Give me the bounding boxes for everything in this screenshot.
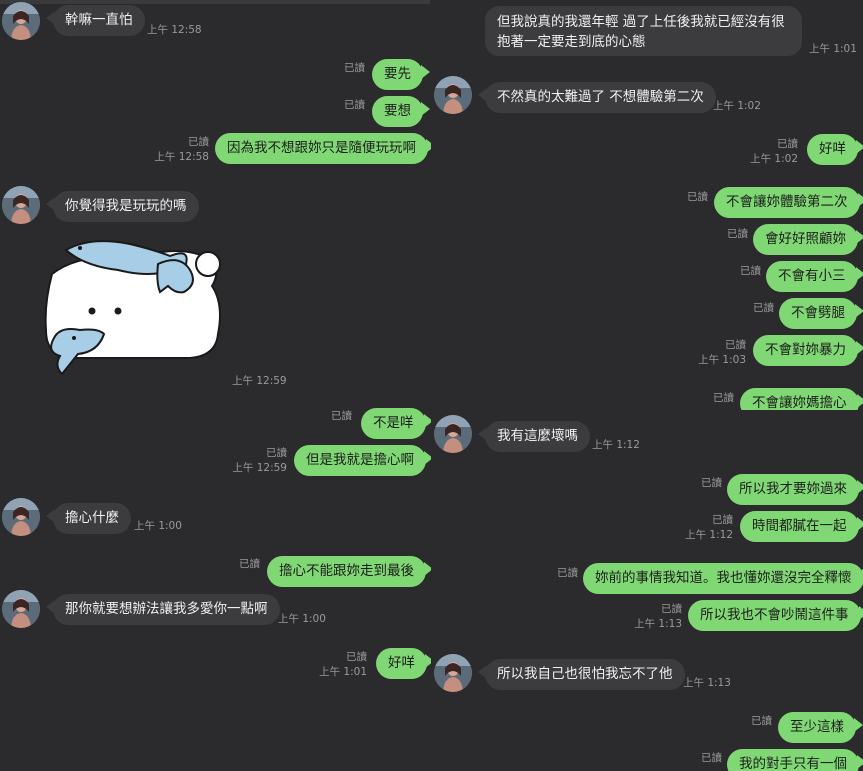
message-time: 上午 12:59 [232, 375, 287, 387]
avatar[interactable] [434, 654, 472, 692]
avatar-photo-icon [2, 186, 40, 224]
chat-panel-right[interactable]: 但我說真的我還年輕 過了上任後我就已經沒有很抱著一定要走到底的心態 上午 1:0… [432, 0, 863, 771]
avatar-photo-icon [434, 415, 472, 453]
message-time: 上午 1:01 [809, 43, 857, 55]
cat-with-fish-sticker[interactable] [40, 234, 225, 386]
message-bubble-outgoing[interactable]: 不會讓妳體驗第二次 [714, 187, 863, 218]
message-bubble-outgoing[interactable]: 因為我不想跟妳只是隨便玩玩啊 [215, 133, 431, 164]
message-bubble-outgoing[interactable]: 所以我才要妳過來 [727, 474, 863, 505]
message-bubble-outgoing[interactable]: 不會對妳暴力 [753, 335, 863, 366]
read-receipt: 已讀 [188, 136, 209, 148]
read-receipt: 已讀 [239, 558, 260, 570]
clipped-message-row: 已讀 不會讓妳媽擔心 [432, 384, 863, 410]
avatar-photo-icon [2, 498, 40, 536]
avatar-photo-icon [434, 76, 472, 114]
read-receipt: 已讀 [725, 339, 746, 351]
message-bubble-outgoing[interactable]: 所以我也不會吵鬧這件事 [688, 600, 863, 631]
read-receipt: 已讀 [331, 410, 352, 422]
read-receipt: 已讀 [346, 651, 367, 663]
message-time: 上午 1:12 [685, 529, 733, 541]
message-time: 上午 1:13 [683, 677, 731, 689]
message-bubble-outgoing[interactable]: 要先 [372, 59, 430, 90]
message-bubble-incoming[interactable]: 那你就要想辦法讓我多愛你一點啊 [46, 594, 280, 625]
message-bubble-outgoing[interactable]: 我的對手只有一個 [727, 749, 863, 771]
avatar[interactable] [2, 590, 40, 628]
message-bubble-outgoing[interactable]: 擔心不能跟妳走到最後 [267, 556, 431, 587]
read-receipt: 已讀 [740, 265, 761, 277]
message-time: 上午 1:03 [698, 354, 746, 366]
message-bubble-incoming[interactable]: 你覺得我是玩玩的嗎 [46, 191, 199, 222]
read-receipt: 已讀 [344, 62, 365, 74]
message-time: 上午 1:00 [134, 520, 182, 532]
message-time: 上午 1:13 [634, 618, 682, 630]
read-receipt: 已讀 [713, 392, 734, 404]
chat-panel-left[interactable]: 幹嘛一直怕 上午 12:58 已讀 要先 已讀 要想 已讀 上午 12:58 因… [0, 0, 431, 771]
message-bubble-outgoing[interactable]: 好咩 [376, 648, 431, 679]
message-time: 上午 12:58 [154, 151, 209, 163]
read-receipt: 已讀 [687, 191, 708, 203]
read-receipt: 已讀 [701, 752, 722, 764]
read-receipt: 已讀 [727, 228, 748, 240]
avatar[interactable] [434, 415, 472, 453]
message-bubble-incoming[interactable]: 擔心什麼 [46, 503, 131, 534]
message-bubble-outgoing[interactable]: 時間都膩在一起 [740, 511, 863, 542]
message-bubble-incoming[interactable]: 不然真的太難過了 不想體驗第二次 [478, 82, 716, 113]
read-receipt: 已讀 [557, 567, 578, 579]
message-time: 上午 1:12 [592, 439, 640, 451]
message-bubble-outgoing[interactable]: 至少這樣 [778, 712, 863, 743]
message-time: 上午 1:02 [713, 100, 761, 112]
message-time: 上午 12:59 [232, 462, 287, 474]
message-bubble-incoming[interactable]: 所以我自己也很怕我忘不了他 [478, 659, 685, 690]
avatar[interactable] [434, 76, 472, 114]
read-receipt: 已讀 [777, 138, 798, 150]
read-receipt: 已讀 [661, 603, 682, 615]
message-bubble-outgoing[interactable]: 妳前的事情我知道。我也懂妳還沒完全釋懷 [583, 563, 863, 594]
avatar[interactable] [2, 2, 40, 40]
message-time: 上午 1:02 [750, 153, 798, 165]
read-receipt: 已讀 [712, 514, 733, 526]
read-receipt: 已讀 [701, 477, 722, 489]
message-bubble-outgoing[interactable]: 要想 [372, 96, 430, 127]
avatar-photo-icon [2, 2, 40, 40]
avatar[interactable] [2, 186, 40, 224]
message-bubble-outgoing[interactable]: 不會劈腿 [779, 298, 863, 329]
message-bubble-outgoing[interactable]: 會好好照顧妳 [753, 224, 863, 255]
read-receipt: 已讀 [344, 99, 365, 111]
message-bubble-outgoing[interactable]: 不是咩 [361, 408, 431, 439]
message-bubble-incoming[interactable]: 我有這麼壞嗎 [478, 421, 590, 452]
read-receipt: 已讀 [753, 302, 774, 314]
message-bubble-outgoing[interactable]: 但是我就是擔心啊 [294, 445, 431, 476]
avatar[interactable] [2, 498, 40, 536]
message-time: 上午 12:58 [147, 24, 202, 36]
message-bubble-incoming[interactable]: 幹嘛一直怕 [46, 5, 145, 36]
avatar-photo-icon [434, 654, 472, 692]
message-bubble-outgoing[interactable]: 不會讓妳媽擔心 [740, 388, 863, 410]
message-bubble-incoming[interactable]: 但我說真的我還年輕 過了上任後我就已經沒有很抱著一定要走到底的心態 [485, 6, 802, 56]
message-bubble-outgoing[interactable]: 不會有小三 [766, 261, 863, 292]
message-time: 上午 1:00 [278, 613, 326, 625]
read-receipt: 已讀 [266, 447, 287, 459]
avatar-photo-icon [2, 590, 40, 628]
message-time: 上午 1:01 [319, 666, 367, 678]
read-receipt: 已讀 [751, 715, 772, 727]
message-bubble-outgoing[interactable]: 好咩 [807, 134, 863, 165]
